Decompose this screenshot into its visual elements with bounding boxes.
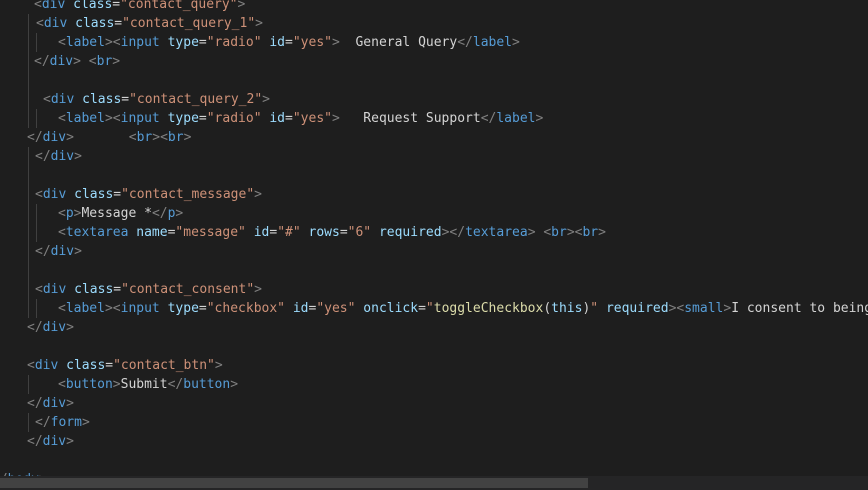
indent-guide [28, 375, 29, 394]
code-line[interactable]: <textarea name="message" id="#" rows="6"… [0, 223, 868, 242]
code-text: <div class="contact_query_1"> [36, 16, 263, 31]
code-text: <div class="contact_consent"> [35, 282, 262, 297]
code-line[interactable]: <div class="contact_consent"> [0, 280, 868, 299]
code-line[interactable]: <p>Message *</p> [0, 204, 868, 223]
code-text: </div> [27, 434, 74, 449]
code-text: <label><input type="checkbox" id="yes" o… [58, 301, 868, 316]
horizontal-scrollbar-thumb[interactable] [0, 478, 588, 488]
code-line[interactable]: </div> <br><br> [0, 128, 868, 147]
indent-guide [28, 109, 29, 128]
horizontal-scrollbar[interactable] [0, 476, 868, 490]
indent-guide [36, 204, 37, 223]
code-text: </div> [35, 244, 82, 259]
code-line[interactable]: <div class="contact_query_2"> [0, 90, 868, 109]
indent-guide [28, 147, 29, 166]
code-editor[interactable]: <div class="contact_query"> <div class="c… [0, 0, 868, 476]
code-text: <p>Message *</p> [58, 206, 184, 221]
indent-guide [28, 90, 29, 109]
indent-guide [36, 109, 37, 128]
code-text: <div class="contact_query_2"> [43, 92, 270, 107]
code-line[interactable]: <div class="contact_message"> [0, 185, 868, 204]
code-line[interactable]: <div class="contact_query"> [0, 0, 868, 14]
indent-guide [28, 299, 29, 318]
indent-guide [28, 166, 29, 185]
code-text: </form> [35, 415, 90, 430]
indent-guide [36, 223, 37, 242]
code-line[interactable]: </div> [0, 432, 868, 451]
code-text: </div> <br><br> [27, 130, 192, 145]
code-line[interactable]: </div> [0, 147, 868, 166]
code-text: </div> [27, 396, 74, 411]
code-text: <label><input type="radio" id="yes"> Gen… [58, 35, 520, 50]
code-line[interactable]: </div> [0, 394, 868, 413]
code-text: <div class="contact_query"> [34, 0, 246, 12]
indent-guide [28, 413, 29, 432]
indent-guide [28, 14, 29, 33]
indent-guide [28, 280, 29, 299]
code-line[interactable] [0, 451, 868, 470]
code-text: </div> <br> [34, 54, 121, 69]
code-line[interactable]: </div> [0, 318, 868, 337]
code-text: <textarea name="message" id="#" rows="6"… [58, 225, 606, 240]
code-text: </div> [35, 149, 82, 164]
code-line[interactable]: </div> <br> [0, 52, 868, 71]
code-text: <div class="contact_message"> [35, 187, 262, 202]
code-text: <button>Submit</button> [58, 377, 239, 392]
code-line[interactable] [0, 337, 868, 356]
indent-guide [28, 52, 29, 71]
indent-guide [36, 299, 37, 318]
code-line[interactable]: <div class="contact_btn"> [0, 356, 868, 375]
code-line[interactable]: <label><input type="radio" id="yes"> Req… [0, 109, 868, 128]
code-line[interactable]: <label><input type="checkbox" id="yes" o… [0, 299, 868, 318]
code-text: <div class="contact_btn"> [27, 358, 223, 373]
code-line[interactable] [0, 261, 868, 280]
indent-guide [28, 185, 29, 204]
code-line[interactable] [0, 166, 868, 185]
indent-guide [28, 223, 29, 242]
code-line[interactable]: </div> [0, 242, 868, 261]
indent-guide [28, 71, 29, 90]
code-text: </div> [27, 320, 74, 335]
code-line[interactable]: <button>Submit</button> [0, 375, 868, 394]
code-line[interactable]: </form> [0, 413, 868, 432]
code-text: <label><input type="radio" id="yes"> Req… [58, 111, 544, 126]
indent-guide [36, 33, 37, 52]
indent-guide [28, 33, 29, 52]
indent-guide [28, 261, 29, 280]
indent-guide [28, 242, 29, 261]
indent-guide [28, 204, 29, 223]
code-line[interactable]: <div class="contact_query_1"> [0, 14, 868, 33]
code-line[interactable]: <label><input type="radio" id="yes"> Gen… [0, 33, 868, 52]
code-line[interactable] [0, 71, 868, 90]
